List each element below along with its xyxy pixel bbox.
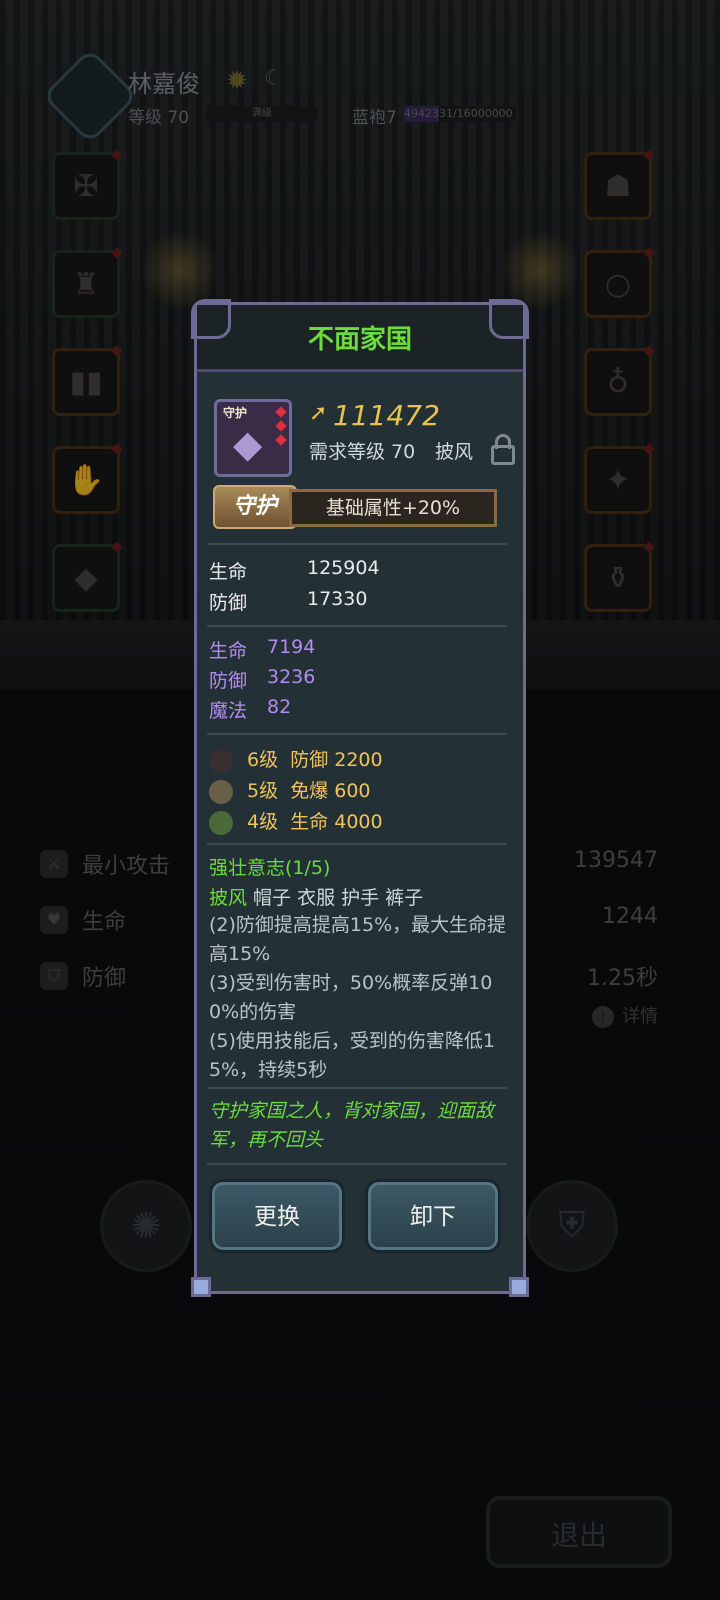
divider bbox=[207, 625, 507, 627]
base-stat-defense: 防御 17330 bbox=[209, 588, 367, 615]
divider bbox=[207, 843, 507, 845]
gem-row: 6级 防御 2200 bbox=[209, 745, 383, 773]
gem-icon bbox=[275, 406, 287, 418]
stat-label: 生命 bbox=[209, 561, 248, 583]
divider bbox=[207, 733, 507, 735]
gem-icon bbox=[275, 420, 287, 432]
extra-stat-hp: 生命 7194 bbox=[209, 636, 315, 663]
gem-row: 5级 免爆 600 bbox=[209, 776, 371, 804]
gem-icon bbox=[275, 434, 287, 446]
stat-value: 17330 bbox=[307, 588, 368, 610]
item-icon-tag: 守护 bbox=[223, 406, 248, 420]
set-parts-rest: 帽子 衣服 护手 裤子 bbox=[247, 887, 424, 909]
set-effect: (3)受到伤害时，50%概率反弹100%的伤害 bbox=[209, 972, 493, 1023]
power-icon: ➚ bbox=[309, 401, 328, 426]
lock-icon[interactable] bbox=[491, 434, 515, 465]
guard-badge: 守护 bbox=[213, 485, 297, 529]
item-icon: 守护 ◆ bbox=[214, 399, 292, 477]
gem-stat: 生命 4000 bbox=[290, 811, 383, 833]
set-effect: (2)防御提高提高15%，最大生命提高15% bbox=[209, 914, 507, 965]
item-slot-type: 披风 bbox=[435, 441, 474, 463]
set-name: 强壮意志(1/5) bbox=[209, 857, 331, 879]
corner-ornament-bl bbox=[191, 1277, 211, 1297]
gem-level: 4级 bbox=[247, 811, 279, 833]
stat-value: 125904 bbox=[307, 557, 380, 579]
gem-row: 4级 生命 4000 bbox=[209, 807, 383, 835]
green-gem-icon bbox=[209, 810, 233, 835]
stat-label: 生命 bbox=[209, 640, 248, 662]
stat-value: 82 bbox=[267, 696, 292, 718]
beige-gem-icon bbox=[209, 779, 233, 804]
stat-value: 3236 bbox=[267, 666, 316, 688]
set-parts: 披风 帽子 衣服 护手 裤子 bbox=[209, 883, 423, 910]
unequip-button[interactable]: 卸下 bbox=[365, 1179, 501, 1253]
stat-label: 魔法 bbox=[209, 700, 248, 722]
black-gem-icon bbox=[209, 748, 233, 773]
base-stat-hp: 生命 125904 bbox=[209, 557, 380, 584]
flavor-text: 守护家国之人，背对家国，迎面敌军，再不回头 bbox=[209, 1100, 495, 1151]
power-value: 111472 bbox=[333, 399, 440, 432]
stat-label: 防御 bbox=[209, 592, 248, 614]
divider bbox=[207, 1163, 507, 1165]
cloak-icon: ◆ bbox=[233, 422, 263, 466]
stat-label: 防御 bbox=[209, 670, 248, 692]
replace-button[interactable]: 更换 bbox=[209, 1179, 345, 1253]
guard-bonus: 基础属性+20% bbox=[289, 489, 497, 527]
item-detail-popup: 不面家国 守护 ◆ ➚ 111472 需求等级 70 披风 守护 基础属性+20… bbox=[191, 299, 529, 1297]
gem-level: 6级 bbox=[247, 749, 279, 771]
extra-stat-magic: 魔法 82 bbox=[209, 696, 291, 723]
corner-ornament-br bbox=[509, 1277, 529, 1297]
gem-stat: 防御 2200 bbox=[290, 749, 383, 771]
stat-value: 7194 bbox=[267, 636, 316, 658]
divider bbox=[207, 1087, 507, 1089]
gem-level: 5级 bbox=[247, 780, 279, 802]
set-part-active: 披风 bbox=[209, 887, 248, 909]
required-level: 需求等级 70 bbox=[309, 441, 416, 463]
set-effect: (5)使用技能后，受到的伤害降低15%，持续5秒 bbox=[209, 1030, 496, 1081]
item-title: 不面家国 bbox=[307, 325, 412, 355]
divider bbox=[207, 543, 507, 545]
gem-stat: 免爆 600 bbox=[290, 780, 371, 802]
extra-stat-defense: 防御 3236 bbox=[209, 666, 315, 693]
